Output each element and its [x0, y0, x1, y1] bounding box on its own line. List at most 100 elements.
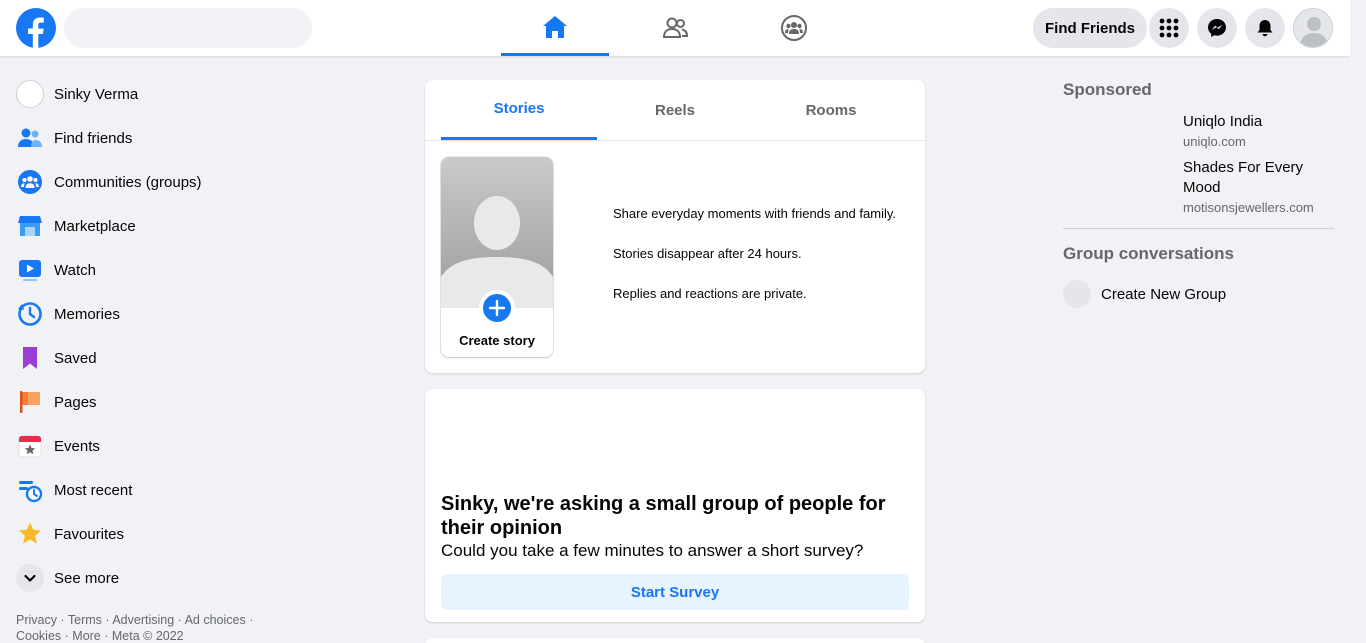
ad-domain: motisonsjewellers.com [1183, 200, 1314, 215]
memories-icon [16, 300, 44, 328]
sponsored-ad[interactable]: Uniqlo India uniqlo.com [1183, 112, 1323, 149]
friends-icon [16, 124, 44, 152]
footer-links: Privacy · Terms · Advertising · Ad choic… [16, 612, 286, 643]
left-sidebar: Sinky Verma Find friends Communities (gr… [8, 72, 338, 600]
story-info-text: Share everyday moments with friends and … [613, 206, 896, 326]
create-new-group-button[interactable]: Create New Group [1063, 280, 1226, 308]
next-feed-card [425, 638, 925, 643]
footer-separator: · [56, 613, 68, 627]
sidebar-item-communities[interactable]: Communities (groups) [8, 160, 338, 204]
sidebar-item-label: Sinky Verma [54, 85, 139, 103]
meta-copyright: Meta © 2022 [111, 629, 184, 643]
default-avatar-icon [1294, 9, 1332, 47]
facebook-logo-icon[interactable] [16, 8, 56, 48]
more-link[interactable]: More [72, 629, 100, 643]
terms-link[interactable]: Terms [68, 613, 102, 627]
nav-tab-home[interactable] [501, 0, 609, 56]
footer-separator: · [174, 613, 185, 627]
ad-title: Uniqlo India [1183, 113, 1263, 130]
ad-choices-link[interactable]: Ad choices [185, 613, 246, 627]
sidebar-item-pages[interactable]: Pages [8, 380, 338, 424]
stories-tabs: Stories Reels Rooms [441, 80, 909, 140]
tab-stories[interactable]: Stories [441, 80, 597, 140]
sidebar-item-label: Pages [54, 393, 97, 411]
saved-icon [16, 344, 44, 372]
messenger-button[interactable] [1197, 8, 1237, 48]
pages-icon [16, 388, 44, 416]
tab-reels[interactable]: Reels [597, 80, 753, 140]
create-group-label: Create New Group [1101, 285, 1227, 303]
most-recent-icon [16, 476, 44, 504]
sponsored-heading: Sponsored [1063, 80, 1152, 99]
account-avatar[interactable] [1293, 8, 1333, 48]
create-story-label: Create story [459, 333, 535, 348]
chevron-down-icon [16, 564, 44, 592]
sidebar-item-label: Find friends [54, 129, 133, 147]
create-story-card[interactable]: Create story [441, 157, 553, 357]
default-avatar-icon [441, 196, 553, 308]
sidebar-item-label: See more [54, 569, 120, 587]
cookies-link[interactable]: Cookies [16, 629, 61, 643]
top-navigation-bar: Find Friends [0, 0, 1350, 56]
sidebar-item-most-recent[interactable]: Most recent [8, 468, 338, 512]
profile-avatar [16, 80, 44, 108]
sidebar-item-watch[interactable]: Watch [8, 248, 338, 292]
menu-button[interactable] [1149, 8, 1189, 48]
sidebar-item-label: Watch [54, 261, 96, 279]
sidebar-item-profile[interactable]: Sinky Verma [8, 72, 338, 116]
survey-subtitle: Could you take a few minutes to answer a… [441, 541, 864, 560]
start-survey-button[interactable]: Start Survey [441, 574, 909, 610]
events-icon [16, 432, 44, 460]
sidebar-item-marketplace[interactable]: Marketplace [8, 204, 338, 248]
tab-rooms[interactable]: Rooms [753, 80, 909, 140]
survey-card: Sinky, we're asking a small group of peo… [425, 389, 925, 622]
sidebar-item-find-friends[interactable]: Find friends [8, 116, 338, 160]
marketplace-icon [16, 212, 44, 240]
privacy-link[interactable]: Privacy [16, 613, 57, 627]
survey-title: Sinky, we're asking a small group of peo… [441, 493, 886, 539]
groups-icon [781, 15, 807, 41]
sponsored-ad[interactable]: Shades For Every Mood motisonsjewellers.… [1183, 158, 1323, 215]
right-divider [1063, 228, 1334, 229]
sidebar-item-label: Communities (groups) [54, 173, 202, 191]
sidebar-see-more[interactable]: See more [8, 556, 338, 600]
home-icon [543, 15, 567, 38]
groups-icon [16, 168, 44, 196]
sidebar-item-memories[interactable]: Memories [8, 292, 338, 336]
sidebar-item-saved[interactable]: Saved [8, 336, 338, 380]
sidebar-item-label: Events [54, 437, 100, 455]
stories-card: Stories Reels Rooms Create story Share e… [425, 80, 925, 373]
tabs-divider [425, 140, 925, 141]
story-placeholder-photo [441, 157, 553, 308]
sidebar-item-favourites[interactable]: Favourites [8, 512, 338, 556]
ad-domain: uniqlo.com [1183, 134, 1246, 149]
footer-separator: · [61, 629, 73, 643]
nav-tab-groups[interactable] [740, 0, 848, 56]
story-info-line: Replies and reactions are private. [613, 286, 807, 301]
friends-icon [662, 17, 689, 38]
sidebar-item-label: Marketplace [54, 217, 136, 235]
nav-tab-friends[interactable] [621, 0, 729, 56]
find-friends-button[interactable]: Find Friends [1033, 8, 1147, 48]
add-story-plus-icon[interactable] [479, 290, 515, 326]
notifications-button[interactable] [1245, 8, 1285, 48]
group-conversations-heading: Group conversations [1063, 244, 1234, 263]
story-info-line: Share everyday moments with friends and … [613, 206, 896, 221]
create-group-icon [1063, 280, 1091, 308]
footer-separator: · [245, 613, 254, 627]
footer-separator: · [101, 613, 113, 627]
favourites-icon [16, 520, 44, 548]
sidebar-item-label: Most recent [54, 481, 133, 499]
page-scrollbar[interactable] [1350, 0, 1366, 643]
sidebar-item-label: Saved [54, 349, 97, 367]
sidebar-item-label: Favourites [54, 525, 125, 543]
advertising-link[interactable]: Advertising [112, 613, 174, 627]
watch-icon [16, 256, 44, 284]
bell-icon [1257, 20, 1273, 37]
sidebar-item-label: Memories [54, 305, 120, 323]
story-info-line: Stories disappear after 24 hours. [613, 246, 802, 261]
ad-title: Shades For Every Mood [1183, 159, 1304, 196]
search-input[interactable] [64, 8, 312, 48]
sidebar-item-events[interactable]: Events [8, 424, 338, 468]
messenger-icon [1208, 19, 1226, 37]
